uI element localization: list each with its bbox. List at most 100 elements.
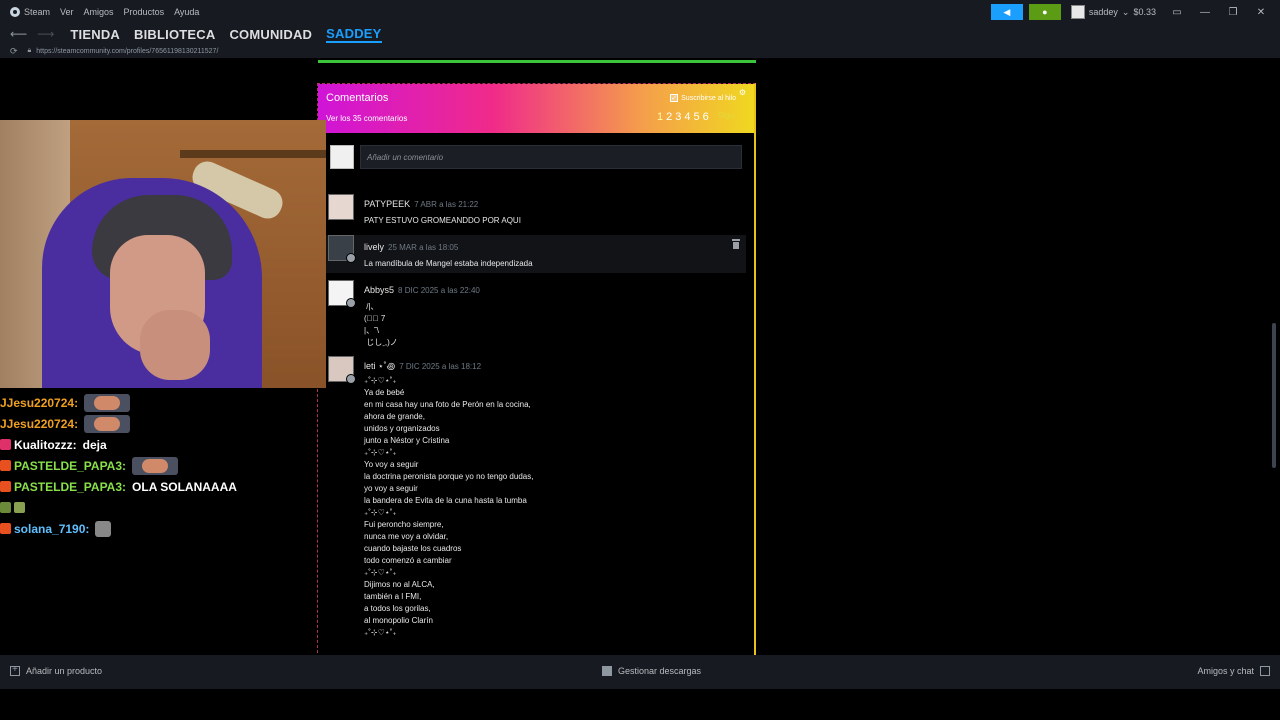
subscribe-thread-toggle[interactable]: ✓ Suscribirse al hilo [670,94,736,102]
subscribe-label: Suscribirse al hilo [681,94,736,102]
comments-header: Comentarios Ver los 35 comentarios ✓ Sus… [318,84,754,133]
close-icon: ✕ [1256,6,1266,18]
megaphone-icon: ◀ [1003,6,1011,17]
comment-author[interactable]: PATYPEEK [364,199,410,209]
chat-message: solana_7190: [0,518,316,539]
page-url[interactable]: https://steamcommunity.com/profiles/7656… [36,48,218,55]
comments-panel: Comentarios Ver los 35 comentarios ✓ Sus… [317,83,756,655]
comment-body: leti ⋆˚꩜ 7 DIC 2025 a las 18:12 ₊˚⊹♡⋆˚₊ Y… [364,356,533,639]
menu-amigos-label: Amigos [83,7,114,17]
back-arrow-icon[interactable]: ⟵ [10,27,27,41]
webcam-shelf [180,150,326,158]
add-product-label: Añadir un producto [26,666,103,676]
page-3[interactable]: 3 [675,111,681,123]
chat-text: deja [82,437,107,452]
comment-date: 7 DIC 2025 a las 18:12 [399,362,482,371]
webcam-overlay [0,120,326,388]
menu-ver[interactable]: Ver [60,7,74,17]
page-6[interactable]: 6 [703,111,709,123]
online-status-icon [346,298,356,308]
download-icon [602,666,612,676]
comment-composer: Añadir un comentario [330,144,742,170]
comment-avatar[interactable] [328,356,356,384]
downloads-label: Gestionar descargas [618,666,702,676]
announcements-button[interactable]: ◀ [990,4,1023,20]
chevron-down-icon: ⌄ [1121,6,1130,17]
reload-icon[interactable]: ⟳ [10,46,18,57]
friends-label: Amigos y chat [1197,666,1254,676]
close-button[interactable]: ✕ [1250,7,1272,18]
menu-productos[interactable]: Productos [124,7,165,17]
chat-message: JJesu220724: [0,392,316,413]
restore-icon: ❐ [1228,6,1238,18]
page-4[interactable]: 4 [684,111,690,123]
big-picture-button[interactable]: ▭ [1166,7,1188,18]
chat-message: JJesu220724: [0,413,316,434]
monitor-icon: ▭ [1172,6,1182,18]
comment-item: leti ⋆˚꩜ 7 DIC 2025 a las 18:12 ₊˚⊹♡⋆˚₊ Y… [326,356,746,646]
minimize-button[interactable]: — [1194,7,1216,18]
chat-user: PASTELDE_PAPA3: [14,479,127,494]
comment-avatar[interactable] [328,280,356,308]
notifications-button[interactable]: ● [1028,4,1061,20]
emote-face-icon [84,414,131,433]
stream-chat: JJesu220724: JJesu220724: Kualitozzz: de… [0,392,316,552]
manage-downloads-button[interactable]: Gestionar descargas [602,666,701,676]
trash-icon[interactable] [732,239,740,249]
emote-cat-icon [95,520,112,537]
account-menu[interactable]: saddey ⌄ $0.33 [1067,5,1160,19]
tab-tienda[interactable]: TIENDA [70,27,120,42]
account-balance: $0.33 [1133,7,1156,17]
tab-comunidad[interactable]: COMUNIDAD [229,27,312,42]
chat-message [0,497,316,518]
menu-ayuda-label: Ayuda [174,7,200,17]
page-1[interactable]: 1 [657,111,663,123]
minimize-icon: — [1200,6,1210,18]
menu-ayuda[interactable]: Ayuda [174,7,199,17]
comment-date: 25 MAR a las 18:05 [388,243,459,252]
bell-icon: ● [1042,7,1048,17]
webcam-hand [140,310,210,380]
url-bar: ⟳ 🔒︎ https://steamcommunity.com/profiles… [0,44,1280,58]
maximize-button[interactable]: ❐ [1222,7,1244,18]
subscriber-badge-icon [0,481,11,492]
chat-user: JJesu220724: [0,416,79,431]
comment-avatar[interactable] [328,235,356,263]
leaf-badge-icon [14,502,25,513]
add-product-button[interactable]: Añadir un producto [10,664,103,676]
subscriber-badge-icon [0,523,11,534]
page-scrollbar[interactable] [1272,323,1276,468]
forward-arrow-icon[interactable]: ⟶ [37,27,54,41]
view-all-comments-link[interactable]: Ver los 35 comentarios [326,114,407,123]
comment-date: 7 ABR a las 21:22 [414,200,479,209]
tab-saddey[interactable]: SADDEY [326,26,382,43]
page-5[interactable]: 5 [694,111,700,123]
account-name: saddey [1088,7,1118,17]
chat-user: solana_7190: [14,521,90,536]
menu-amigos[interactable]: Amigos [84,7,114,17]
chat-user: PASTELDE_PAPA3: [14,458,127,473]
checkbox-icon[interactable]: ✓ [670,94,679,102]
comments-title: Comentarios [326,92,389,104]
menu-steam[interactable]: Steam [10,7,50,17]
online-status-icon [346,374,356,384]
tab-biblioteca[interactable]: BIBLIOTECA [134,27,215,42]
menu-productos-label: Productos [123,7,165,17]
add-icon [10,664,20,676]
lock-icon: 🔒︎ [27,47,32,54]
comment-input[interactable]: Añadir un comentario [360,145,742,169]
comment-text: PATY ESTUVO GROMEANDDO POR AQUI [364,216,521,225]
comment-body: lively 25 MAR a las 18:05 La mandíbula de… [364,237,533,270]
settings-icon[interactable]: ⚙ [739,88,746,97]
comments-pagination: 1 2 3 4 5 6 Sigu. [657,111,736,123]
emote-face-icon [132,456,179,475]
page-2[interactable]: 2 [666,111,672,123]
comment-author[interactable]: leti ⋆˚꩜ [364,361,395,371]
comment-author[interactable]: Abbys5 [364,285,394,295]
menubar-right: ◀ ● saddey ⌄ $0.33 ▭ — ❐ ✕ [990,0,1280,24]
history-arrows: ⟵ ⟶ [10,27,54,41]
next-page-link[interactable]: Sigu. [718,111,736,123]
friends-chat-button[interactable]: Amigos y chat [1197,666,1270,676]
comment-author[interactable]: lively [364,242,384,252]
comment-avatar[interactable] [328,194,354,220]
